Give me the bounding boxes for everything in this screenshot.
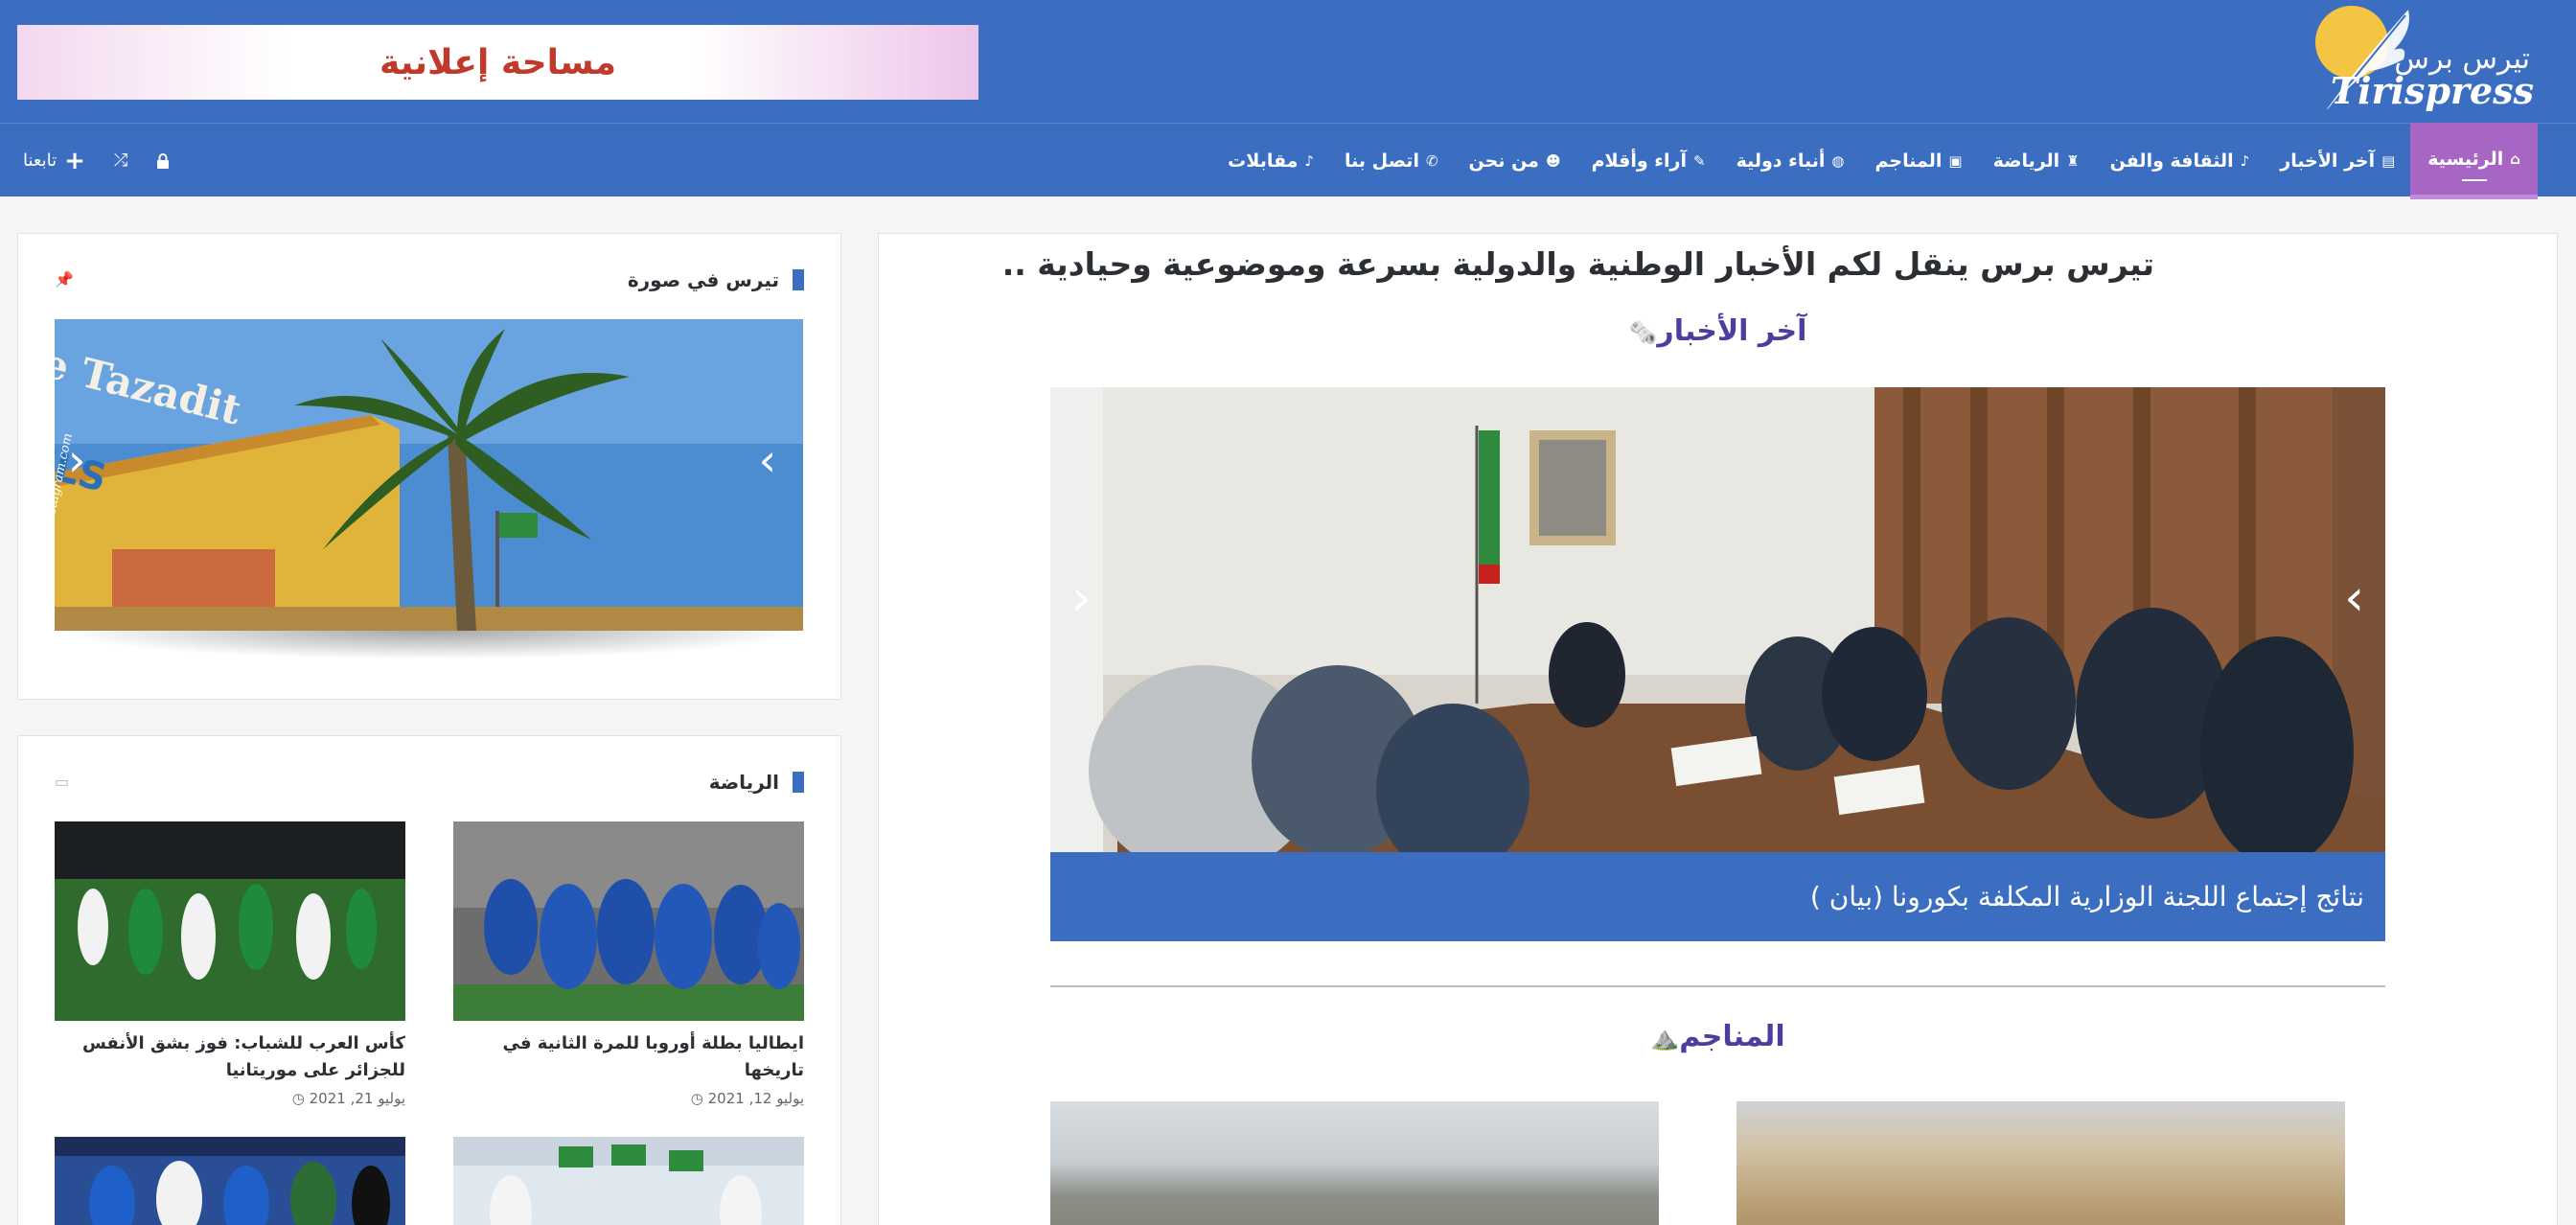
newspaper-icon: 🗞️ bbox=[1628, 319, 1658, 346]
home-icon: ⌂ bbox=[2510, 150, 2520, 168]
nav-item-home[interactable]: ⌂ الرئيسية bbox=[2410, 123, 2538, 199]
news-slider[interactable]: ‹ › bbox=[1050, 387, 2385, 852]
section-divider bbox=[1050, 985, 2385, 987]
users-icon: ☻ bbox=[1545, 152, 1561, 170]
title-bar bbox=[793, 772, 804, 793]
document-icon: ▭ bbox=[55, 773, 70, 791]
nav-item-mines[interactable]: ▣ المناجم bbox=[1860, 127, 1978, 195]
post-thumbnail[interactable] bbox=[453, 1137, 804, 1225]
nav-item-sports[interactable]: ♜ الرياضة bbox=[1978, 127, 2095, 195]
post-title[interactable]: ايطاليا بطلة أوروبا للمرة الثانية في تار… bbox=[453, 1030, 804, 1084]
slide-caption[interactable]: نتائج إجتماع اللجنة الوزارية المكلفة بكو… bbox=[1050, 852, 2385, 941]
nav-item-label: الرياضة bbox=[1992, 150, 2060, 172]
site-logo[interactable]: تيرس برس Tirispress bbox=[2308, 0, 2538, 123]
post-date: يوليو 21, 2021 ◷ bbox=[55, 1090, 405, 1107]
money-icon: ▣ bbox=[1948, 152, 1963, 170]
lock-button[interactable] bbox=[156, 152, 170, 169]
microphone-icon: ♪ bbox=[1304, 152, 1314, 170]
page-headline: تيرس برس ينقل لكم الأخبار الوطنية والدول… bbox=[1001, 245, 2154, 283]
trophy-icon: ♜ bbox=[2066, 152, 2080, 170]
mines-thumbnail[interactable] bbox=[1736, 1101, 2345, 1225]
nav-item-about[interactable]: ☻ من نحن bbox=[1454, 127, 1576, 195]
post-thumbnail[interactable] bbox=[55, 821, 405, 1021]
widget-title-text: تيرس في صورة bbox=[627, 268, 779, 291]
title-bar bbox=[793, 269, 804, 290]
post-date-text: يوليو 12, 2021 bbox=[707, 1090, 804, 1107]
nav-item-label: آراء وأقلام bbox=[1591, 150, 1687, 172]
nav-item-label: أنباء دولية bbox=[1736, 150, 1826, 172]
post-image bbox=[453, 1137, 804, 1225]
logo-latin-text: Tirispress bbox=[2330, 69, 2534, 112]
plus-icon: + bbox=[64, 146, 85, 175]
photo-widget: تيرس في صورة 📌 Le Tazadit HOTELS instagr… bbox=[17, 233, 841, 700]
nav-item-label: من نحن bbox=[1468, 150, 1539, 172]
sports-widget: الرياضة ▭ ايطاليا بطلة أوروبا للمرة الثا… bbox=[17, 735, 841, 1225]
nav-item-culture[interactable]: ♪ الثقافة والفن bbox=[2095, 127, 2266, 195]
globe-icon: ◍ bbox=[1831, 152, 1845, 170]
mines-thumbnail[interactable] bbox=[1050, 1101, 1659, 1225]
ad-banner-text: مساحة إعلانية bbox=[379, 42, 617, 82]
random-article-button[interactable]: ⤮ bbox=[114, 150, 127, 171]
clock-icon: ◷ bbox=[291, 1090, 305, 1107]
sports-post[interactable] bbox=[453, 1137, 804, 1225]
post-image bbox=[55, 821, 405, 1021]
clock-icon: ◷ bbox=[690, 1090, 703, 1107]
post-image bbox=[453, 821, 804, 1021]
phone-icon: ✆ bbox=[1425, 152, 1438, 170]
nav-item-international[interactable]: ◍ أنباء دولية bbox=[1721, 127, 1860, 195]
follow-label: تابعنا bbox=[23, 150, 58, 171]
post-thumbnail[interactable] bbox=[55, 1137, 405, 1225]
nav-item-interviews[interactable]: ♪ مقابلات bbox=[1212, 127, 1329, 195]
nav-items: ⌂ الرئيسية ▤ آخر الأخبار ♪ الثقافة والفن… bbox=[1212, 123, 2538, 199]
slider-prev-icon[interactable]: ‹ bbox=[1071, 569, 1092, 627]
ad-banner[interactable]: مساحة إعلانية bbox=[17, 25, 978, 100]
photo-slider[interactable]: Le Tazadit HOTELS instagram.com/... ‹ › bbox=[55, 319, 803, 631]
latest-news-title[interactable]: آخر الأخبار🗞️ bbox=[879, 314, 2557, 348]
nav-tools: ⤮ تابعنا + bbox=[23, 124, 198, 197]
post-date-text: يوليو 21, 2021 bbox=[309, 1090, 405, 1107]
photo-next-icon[interactable]: › bbox=[759, 434, 776, 486]
nav-item-label: المناجم bbox=[1874, 150, 1943, 172]
nav-item-label: مقابلات bbox=[1228, 150, 1299, 172]
post-date: يوليو 12, 2021 ◷ bbox=[453, 1090, 804, 1107]
slide-image bbox=[1050, 387, 2385, 852]
nav-item-label: اتصل بنا bbox=[1344, 150, 1419, 172]
lock-icon bbox=[157, 152, 170, 169]
nav-item-label: الثقافة والفن bbox=[2109, 150, 2234, 172]
follow-button[interactable]: تابعنا + bbox=[23, 147, 85, 175]
main-nav: ⌂ الرئيسية ▤ آخر الأخبار ♪ الثقافة والفن… bbox=[0, 123, 2576, 199]
post-thumbnail[interactable] bbox=[453, 821, 804, 1021]
mines-title[interactable]: المناجم⛰️ bbox=[879, 1020, 2557, 1053]
microphone-icon: ♪ bbox=[2240, 152, 2250, 170]
mines-label: المناجم bbox=[1679, 1020, 1785, 1053]
slider-next-icon[interactable]: › bbox=[2344, 569, 2364, 627]
pencil-icon: ✎ bbox=[1693, 152, 1706, 170]
post-image bbox=[55, 1137, 405, 1225]
pin-icon: 📌 bbox=[55, 270, 74, 289]
nav-item-label: آخر الأخبار bbox=[2280, 150, 2376, 172]
main-content: تيرس برس ينقل لكم الأخبار الوطنية والدول… bbox=[878, 233, 2558, 1225]
widget-title-text: الرياضة bbox=[708, 771, 779, 794]
sports-post[interactable]: ايطاليا بطلة أوروبا للمرة الثانية في تار… bbox=[453, 821, 804, 1107]
nav-item-opinions[interactable]: ✎ آراء وأقلام bbox=[1576, 127, 1721, 195]
sports-post[interactable]: كأس العرب للشباب: فوز بشق الأنفس للجزائر… bbox=[55, 821, 405, 1107]
post-title[interactable]: كأس العرب للشباب: فوز بشق الأنفس للجزائر… bbox=[55, 1030, 405, 1084]
newspaper-icon: ▤ bbox=[2381, 152, 2396, 170]
nav-item-latest-news[interactable]: ▤ آخر الأخبار bbox=[2265, 127, 2410, 195]
mountain-icon: ⛰️ bbox=[1650, 1025, 1680, 1052]
nav-item-label: الرئيسية bbox=[2427, 148, 2504, 170]
shuffle-icon: ⤮ bbox=[113, 150, 128, 171]
widget-title: الرياضة bbox=[709, 771, 804, 794]
photo-prev-icon[interactable]: ‹ bbox=[68, 434, 85, 486]
photo-shadow bbox=[55, 631, 803, 659]
widget-title: تيرس في صورة bbox=[628, 268, 804, 291]
nav-item-contact[interactable]: ✆ اتصل بنا bbox=[1329, 127, 1454, 195]
sports-post[interactable] bbox=[55, 1137, 405, 1225]
latest-news-label: آخر الأخبار bbox=[1657, 314, 1807, 348]
site-header: تيرس برس Tirispress مساحة إعلانية ⌂ الرئ… bbox=[0, 0, 2576, 199]
slide-image: Le Tazadit HOTELS instagram.com/... bbox=[55, 319, 803, 631]
